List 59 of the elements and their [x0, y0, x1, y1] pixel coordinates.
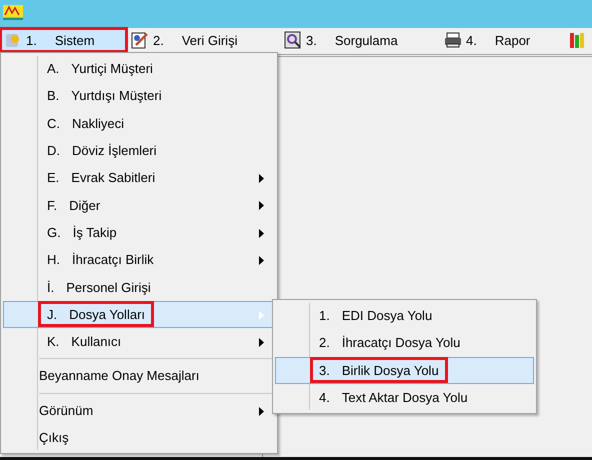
- menu-item-key: J.: [47, 306, 58, 322]
- menu-item[interactable]: 4. Text Aktar Dosya Yolu: [275, 384, 534, 412]
- menu-item-key: C.: [47, 116, 60, 131]
- menu-item[interactable]: E. Evrak Sabitleri: [3, 164, 275, 192]
- menu-item-label: İhracatçı Birlik: [72, 252, 154, 268]
- menu-bar-item[interactable]: 4. Rapor: [440, 28, 569, 52]
- menu-item-label: Görünüm: [39, 402, 94, 418]
- menu-item-key: G.: [47, 224, 61, 240]
- menu-item-key: B.: [47, 88, 60, 104]
- menu-bar-item[interactable]: 1. Sistem: [0, 28, 127, 52]
- menu-item-label: Yurtdışı Müşteri: [71, 88, 162, 104]
- menu-item[interactable]: D. Döviz İşlemleri: [3, 136, 275, 164]
- menu-item-key: 4.: [319, 390, 330, 406]
- menu-item-label: Döviz İşlemleri: [72, 143, 157, 158]
- menu-item-label: Personel Girişi: [66, 280, 151, 295]
- menu-item-label: Kullanıcı: [71, 334, 122, 350]
- menu-item-label: İhracatçı Dosya Yolu: [342, 335, 460, 350]
- menu-item-key: 3.: [319, 362, 330, 378]
- menu-item-label: Birlik Dosya Yolu: [342, 362, 439, 378]
- menu-item[interactable]: İ. Personel Girişi: [3, 273, 275, 301]
- menu-item[interactable]: F. Diğer: [3, 191, 275, 219]
- menu-bar-item[interactable]: 3. Sorgulama: [280, 28, 440, 52]
- pen-icon: [131, 31, 149, 49]
- menu-item[interactable]: 3. Birlik Dosya Yolu: [275, 356, 534, 384]
- magnifier-icon: [284, 31, 302, 49]
- menu-item-key: 2.: [319, 335, 330, 350]
- menu-item-label: Yurtiçi Müşteri: [71, 61, 153, 76]
- menu-item-label: Dosya Yolları: [69, 306, 146, 322]
- menu-item-key: A.: [47, 61, 60, 76]
- menu-item[interactable]: B. Yurtdışı Müşteri: [3, 82, 275, 110]
- menu-item[interactable]: Çıkış: [3, 424, 275, 452]
- menu-bar-item[interactable]: 2. Veri Girişi: [127, 28, 280, 52]
- menu-item[interactable]: 2. İhracatçı Dosya Yolu: [275, 329, 534, 357]
- menu-item[interactable]: Görünüm: [3, 396, 275, 424]
- menu-item-label: İş Takip: [72, 224, 117, 240]
- menu-item-key: H.: [47, 252, 60, 268]
- menu-item-label: Çıkış: [39, 430, 69, 446]
- menu-item[interactable]: K. Kullanıcı: [3, 328, 275, 356]
- menu-item-label: Beyanname Onay Mesajları: [39, 368, 200, 384]
- menu-item[interactable]: G. İş Takip: [3, 218, 275, 246]
- menu-item[interactable]: 1. EDI Dosya Yolu: [275, 302, 534, 330]
- menu-item-key: E.: [47, 170, 60, 186]
- menu-item[interactable]: Beyanname Onay Mesajları: [3, 362, 275, 390]
- printer-icon: [444, 31, 462, 49]
- menu-item-key: K.: [47, 334, 60, 350]
- menu-item-key: D.: [47, 143, 60, 158]
- menu-item[interactable]: H. İhracatçı Birlik: [3, 246, 275, 274]
- menu-item-label: EDI Dosya Yolu: [342, 308, 432, 324]
- menu-item-label: Text Aktar Dosya Yolu: [342, 390, 468, 406]
- menu-item-label: Evrak Sabitleri: [71, 170, 156, 186]
- menu-item[interactable]: J. Dosya Yolları: [3, 300, 275, 328]
- menu-item-key: F.: [47, 198, 58, 213]
- menu-item[interactable]: A. Yurtiçi Müşteri: [3, 55, 275, 82]
- menu-item[interactable]: C. Nakliyeci: [3, 110, 275, 137]
- menu-item-label: Diğer: [69, 198, 100, 213]
- menu-item-key: İ.: [47, 280, 54, 295]
- app-icon: [3, 3, 23, 21]
- menu-item-label: Nakliyeci: [72, 116, 124, 131]
- menu-item-key: 1.: [319, 308, 330, 324]
